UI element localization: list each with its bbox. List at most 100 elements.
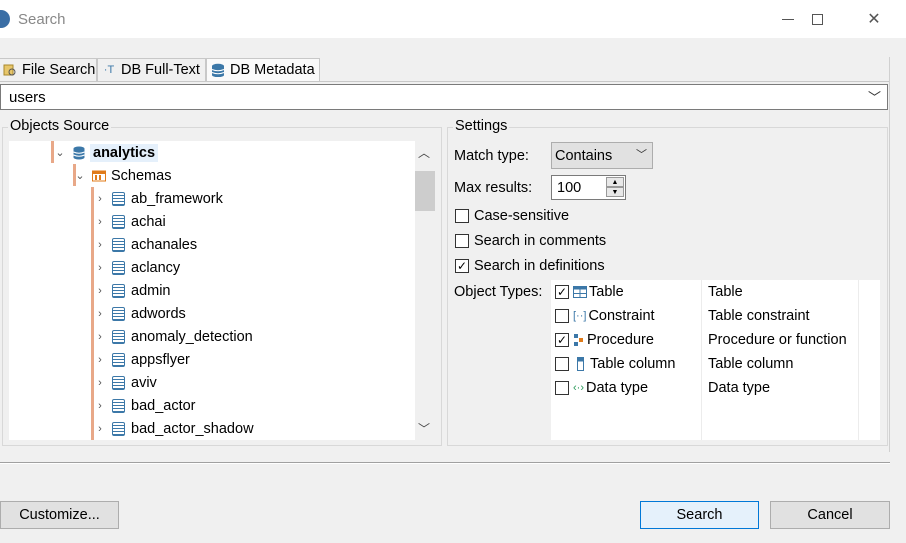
tree-schema-item[interactable]: › aviv	[94, 371, 157, 394]
object-type-description: Table column	[708, 356, 794, 372]
schema-icon	[112, 352, 125, 367]
customize-button[interactable]: Customize...	[0, 501, 119, 529]
database-icon	[73, 146, 85, 160]
cancel-button[interactable]: Cancel	[770, 501, 890, 529]
tree-node-label: Schemas	[111, 167, 172, 184]
match-type-value[interactable]: Contains	[555, 148, 612, 164]
close-button[interactable]: ✕	[846, 0, 902, 38]
tree-schema-item[interactable]: › achai	[94, 210, 166, 233]
checkmark-icon[interactable]: ✓	[555, 285, 569, 299]
table-icon	[573, 286, 587, 298]
object-type-row-data-type[interactable]: ‹·› Data type	[555, 376, 648, 400]
chevron-down-icon[interactable]: ⌄	[74, 169, 86, 182]
checkmark-icon[interactable]: ✓	[455, 259, 469, 273]
object-type-row-constraint[interactable]: [··] Constraint	[555, 304, 655, 328]
schema-icon	[112, 283, 125, 298]
match-type-label: Match type:	[454, 148, 529, 164]
max-results-value[interactable]: 100	[557, 180, 581, 196]
tab-db-metadata[interactable]: DB Metadata	[206, 58, 320, 81]
chevron-right-icon[interactable]: ›	[94, 262, 106, 274]
schema-icon	[112, 260, 125, 275]
tab-db-full-text[interactable]: ·T DB Full-Text	[97, 58, 206, 81]
tree-schema-item[interactable]: › admin	[94, 279, 170, 302]
tree-node-analytics[interactable]: ⌄ analytics	[54, 141, 159, 164]
search-button[interactable]: Search	[640, 501, 759, 529]
chevron-right-icon[interactable]: ›	[94, 308, 106, 320]
checkbox-box[interactable]	[555, 309, 569, 323]
schemas-folder-icon	[92, 170, 106, 182]
schema-icon	[112, 398, 125, 413]
schema-icon	[112, 237, 125, 252]
column-divider	[858, 280, 859, 440]
tree-schema-item[interactable]: › appsflyer	[94, 348, 190, 371]
scrollbar-thumb[interactable]	[415, 171, 435, 211]
tab-file-search[interactable]: File Search	[0, 58, 97, 81]
chevron-right-icon[interactable]: ›	[94, 216, 106, 228]
data-type-icon: ‹·›	[573, 382, 584, 394]
spin-down-icon[interactable]: ▼	[606, 187, 624, 197]
file-search-icon	[2, 62, 18, 78]
maximize-icon	[811, 13, 823, 25]
chevron-down-icon[interactable]: ⌄	[54, 146, 66, 159]
chevron-down-icon[interactable]: ﹀	[868, 87, 881, 106]
chevron-right-icon[interactable]: ›	[94, 239, 106, 251]
schema-icon	[112, 191, 125, 206]
checkmark-icon[interactable]: ✓	[555, 333, 569, 347]
spin-up-icon[interactable]: ▲	[606, 177, 624, 187]
column-icon	[577, 357, 585, 371]
procedure-icon	[573, 333, 585, 347]
tree-schema-item[interactable]: › ab_framework	[94, 187, 223, 210]
chevron-right-icon[interactable]: ›	[94, 377, 106, 389]
schema-icon	[112, 329, 125, 344]
tab-panel-border	[0, 81, 890, 82]
objects-source-label: Objects Source	[8, 118, 112, 134]
schema-icon	[112, 421, 125, 436]
object-type-description: Table constraint	[708, 308, 810, 324]
case-sensitive-checkbox[interactable]: Case-sensitive	[455, 208, 569, 224]
max-results-label: Max results:	[454, 180, 533, 196]
dialog-separator-highlight	[0, 463, 890, 464]
object-type-description: Table	[708, 284, 743, 300]
object-type-description: Procedure or function	[708, 332, 847, 348]
checkbox-box[interactable]	[455, 209, 469, 223]
db-metadata-icon	[210, 62, 226, 78]
checkbox-box[interactable]	[455, 234, 469, 248]
search-comments-checkbox[interactable]: Search in comments	[455, 233, 606, 249]
chevron-right-icon[interactable]: ›	[94, 331, 106, 343]
chevron-down-icon[interactable]: ﹀	[636, 146, 647, 162]
column-divider	[701, 280, 702, 440]
tree-schema-item[interactable]: › aclancy	[94, 256, 180, 279]
object-type-row-procedure[interactable]: ✓ Procedure	[555, 328, 654, 352]
chevron-right-icon[interactable]: ›	[94, 193, 106, 205]
tree-node-schemas[interactable]: ⌄ Schemas	[74, 164, 171, 187]
constraint-icon: [··]	[573, 310, 587, 322]
search-query-value[interactable]: users	[9, 89, 46, 106]
chevron-right-icon[interactable]: ›	[94, 400, 106, 412]
chevron-right-icon[interactable]: ›	[94, 285, 106, 297]
checkbox-box[interactable]	[555, 381, 569, 395]
chevron-right-icon[interactable]: ›	[94, 354, 106, 366]
search-definitions-checkbox[interactable]: ✓ Search in definitions	[455, 258, 605, 274]
close-icon: ✕	[867, 11, 881, 28]
tab-panel-right-edge	[889, 57, 890, 452]
tree-schema-item[interactable]: › bad_actor_shadow	[94, 417, 253, 440]
tree-node-label: analytics	[90, 143, 159, 162]
scroll-down-icon[interactable]: ﹀	[418, 420, 430, 437]
tree-schema-item[interactable]: › achanales	[94, 233, 197, 256]
schema-icon	[112, 306, 125, 321]
schema-icon	[112, 375, 125, 390]
tree-schema-item[interactable]: › anomaly_detection	[94, 325, 253, 348]
objects-tree[interactable]: ⌄ analytics ⌄ Schemas › ab_framework › ach…	[9, 141, 415, 440]
tree-schema-item[interactable]: › adwords	[94, 302, 186, 325]
maximize-button[interactable]	[789, 0, 845, 38]
settings-label: Settings	[453, 118, 510, 134]
object-type-row-table[interactable]: ✓ Table	[555, 280, 624, 304]
chevron-right-icon[interactable]: ›	[94, 423, 106, 435]
search-query-combo[interactable]: users ﹀	[0, 84, 888, 110]
window-title: Search	[18, 11, 66, 28]
object-type-row-table-column[interactable]: Table column	[555, 352, 675, 376]
scroll-up-icon[interactable]: ︿	[418, 144, 430, 161]
object-types-table[interactable]: ✓ Table Table [··] Constraint Table cons…	[551, 280, 880, 440]
checkbox-box[interactable]	[555, 357, 569, 371]
tree-schema-item[interactable]: › bad_actor	[94, 394, 195, 417]
